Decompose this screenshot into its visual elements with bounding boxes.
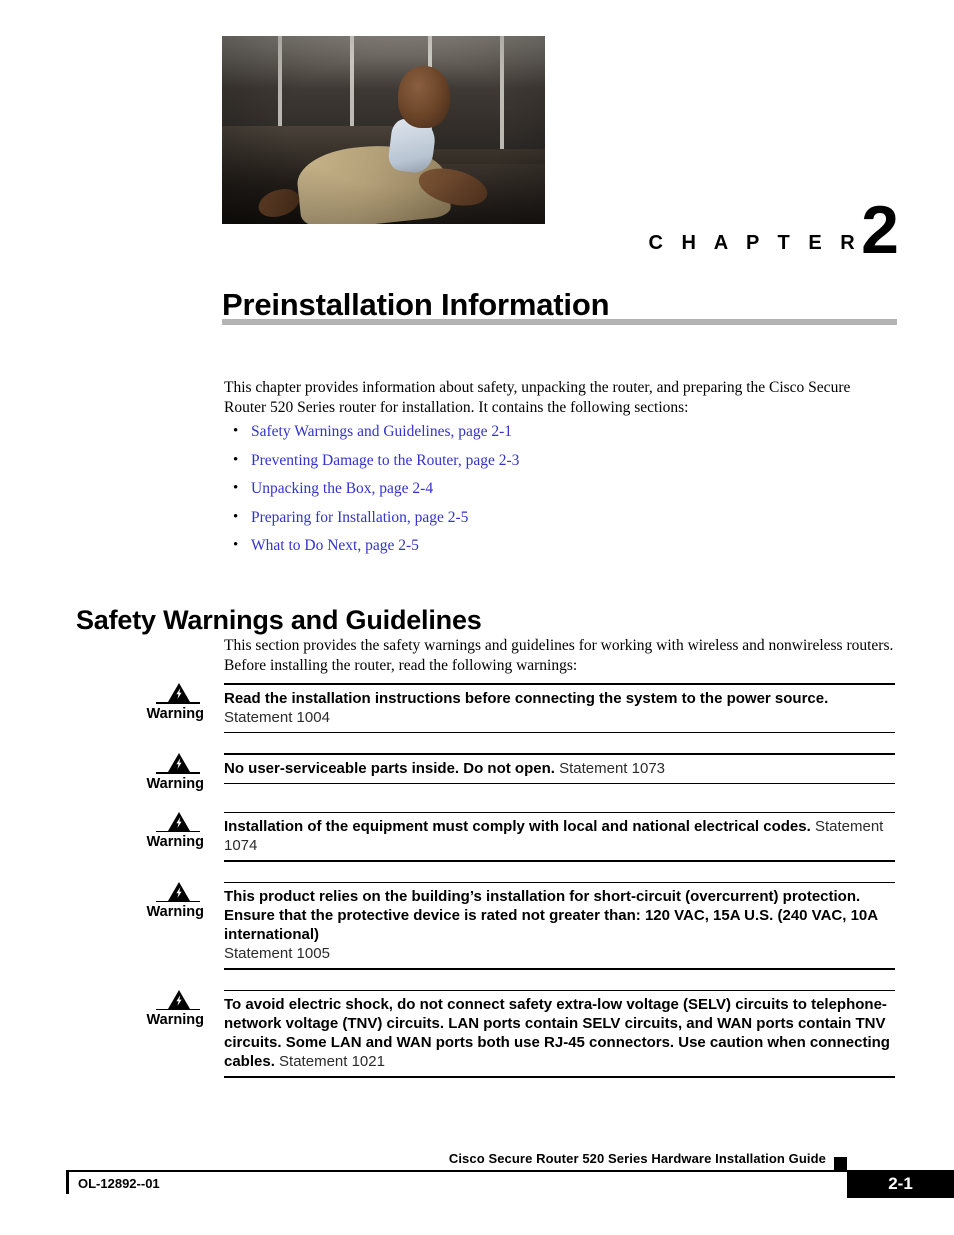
- page-title: Preinstallation Information: [222, 286, 610, 322]
- footer-document-id: OL-12892--01: [78, 1176, 160, 1191]
- warning-block: Warning Installation of the equipment mu…: [0, 811, 954, 862]
- warning-gutter: Warning: [0, 989, 224, 1028]
- list-item: • Preparing for Installation, page 2-5: [224, 509, 896, 526]
- warning-rule-bottom: [224, 1076, 895, 1078]
- warning-icon-rule: [156, 830, 200, 832]
- bullet-icon: •: [233, 451, 239, 468]
- warning-label: Warning: [146, 904, 204, 920]
- section-intro-block: This section provides the safety warning…: [224, 636, 896, 675]
- section-heading: Safety Warnings and Guidelines: [76, 605, 482, 636]
- warning-message: This product relies on the building’s in…: [224, 888, 878, 943]
- warning-icon-rule: [156, 772, 200, 774]
- chapter-photo: [222, 36, 545, 224]
- section-link[interactable]: Unpacking the Box, page 2-4: [251, 480, 433, 497]
- warning-rule-bottom: [224, 968, 895, 970]
- warning-rule-bottom: [224, 782, 895, 784]
- warning-triangle-lightning-icon: [168, 683, 190, 702]
- footer-guide-title: Cisco Secure Router 520 Series Hardware …: [448, 1151, 826, 1166]
- list-item: • Unpacking the Box, page 2-4: [224, 480, 896, 497]
- section-link[interactable]: Safety Warnings and Guidelines, page 2-1: [251, 423, 512, 440]
- warning-block: Warning No user-serviceable parts inside…: [0, 753, 954, 792]
- page-footer: Cisco Secure Router 520 Series Hardware …: [0, 1125, 954, 1235]
- warning-body: This product relies on the building’s in…: [224, 881, 954, 970]
- section-link[interactable]: Preventing Damage to the Router, page 2-…: [251, 452, 519, 469]
- section-link[interactable]: Preparing for Installation, page 2-5: [251, 509, 468, 526]
- chapter-opener: C H A P T E R 2: [222, 36, 899, 264]
- document-page: C H A P T E R 2 Preinstallation Informat…: [0, 0, 954, 1235]
- warning-message: Installation of the equipment must compl…: [224, 818, 811, 835]
- list-item: • Preventing Damage to the Router, page …: [224, 452, 896, 469]
- warning-body: Read the installation instructions befor…: [224, 683, 954, 733]
- list-item: • What to Do Next, page 2-5: [224, 537, 896, 554]
- list-item: • Safety Warnings and Guidelines, page 2…: [224, 423, 896, 440]
- title-divider: [222, 319, 897, 325]
- warning-icon-rule: [156, 702, 200, 704]
- warning-label: Warning: [146, 775, 204, 792]
- warning-statement: Statement 1073: [559, 759, 666, 777]
- warning-icon-rule: [156, 1008, 200, 1010]
- footer-left-tick: [66, 1170, 69, 1194]
- footer-rule: [66, 1170, 954, 1172]
- warning-gutter: Warning: [0, 753, 224, 792]
- warning-triangle-lightning-icon: [168, 989, 190, 1009]
- bullet-icon: •: [233, 480, 239, 496]
- bullet-icon: •: [233, 423, 239, 439]
- warning-block: Warning Read the installation instructio…: [0, 683, 954, 733]
- warning-triangle-lightning-icon: [168, 753, 190, 772]
- warning-block: Warning This product relies on the build…: [0, 881, 954, 970]
- warning-text: This product relies on the building’s in…: [224, 883, 895, 968]
- warning-label: Warning: [146, 1012, 204, 1028]
- warning-label: Warning: [146, 834, 204, 850]
- warning-triangle-lightning-icon: [168, 811, 190, 831]
- warning-text: Read the installation instructions befor…: [224, 685, 895, 732]
- warning-list: Warning Read the installation instructio…: [0, 683, 954, 1078]
- section-links-list: • Safety Warnings and Guidelines, page 2…: [224, 423, 896, 566]
- warning-body: No user-serviceable parts inside. Do not…: [224, 753, 954, 784]
- chapter-word: C H A P T E R: [648, 232, 862, 255]
- warning-message: No user-serviceable parts inside. Do not…: [224, 759, 555, 777]
- bullet-icon: •: [233, 508, 239, 525]
- warning-rule-bottom: [224, 860, 895, 862]
- warning-gutter: Warning: [0, 811, 224, 850]
- footer-page-number: 2-1: [847, 1170, 954, 1198]
- footer-square-marker: [834, 1157, 847, 1170]
- warning-statement: Statement 1004: [224, 708, 330, 726]
- warning-body: Installation of the equipment must compl…: [224, 811, 954, 862]
- warning-icon-rule: [156, 900, 200, 902]
- section-link[interactable]: What to Do Next, page 2-5: [251, 537, 419, 554]
- warning-body: To avoid electric shock, do not connect …: [224, 989, 954, 1078]
- bullet-icon: •: [233, 537, 239, 553]
- warning-text: No user-serviceable parts inside. Do not…: [224, 755, 895, 783]
- warning-message: Read the installation instructions befor…: [224, 689, 829, 707]
- warning-triangle-lightning-icon: [168, 881, 190, 901]
- warning-block: Warning To avoid electric shock, do not …: [0, 989, 954, 1078]
- warning-rule-bottom: [224, 731, 895, 733]
- warning-gutter: Warning: [0, 881, 224, 920]
- warning-label: Warning: [146, 705, 204, 722]
- warning-gutter: Warning: [0, 683, 224, 722]
- intro-paragraph: This chapter provides information about …: [224, 379, 851, 416]
- warning-statement: Statement 1005: [224, 945, 330, 962]
- photo-vignette: [222, 36, 545, 224]
- warning-statement: Statement 1021: [279, 1053, 385, 1070]
- warning-text: To avoid electric shock, do not connect …: [224, 991, 895, 1076]
- warning-text: Installation of the equipment must compl…: [224, 813, 895, 860]
- chapter-label: C H A P T E R 2: [648, 192, 899, 268]
- section-intro-paragraph: This section provides the safety warning…: [224, 637, 894, 674]
- chapter-number: 2: [861, 192, 899, 268]
- intro-paragraph-block: This chapter provides information about …: [224, 378, 896, 417]
